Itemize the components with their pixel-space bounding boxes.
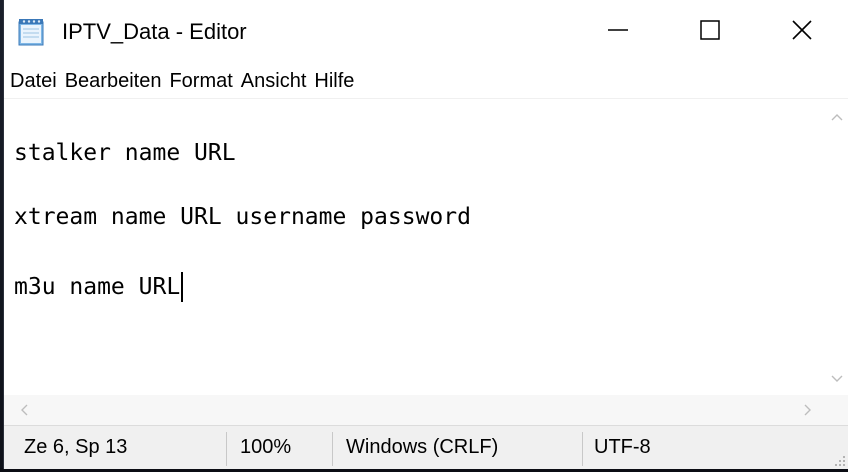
minimize-button[interactable] (572, 0, 664, 64)
text-line: stalker name URL (14, 140, 236, 166)
vertical-scrollbar[interactable] (826, 99, 848, 395)
close-icon (790, 18, 814, 47)
window-title: IPTV_Data - Editor (62, 19, 247, 44)
maximize-button[interactable] (664, 0, 756, 64)
text-line: m3u name URL (14, 274, 181, 300)
scrollbar-corner (826, 395, 848, 425)
scroll-up-arrow-icon[interactable] (826, 107, 848, 127)
title-bar[interactable]: IPTV_Data - Editor (4, 0, 848, 64)
text-caret (181, 272, 184, 302)
menu-ansicht[interactable]: Ansicht (237, 66, 311, 96)
text-line: xtream name URL username password (14, 204, 471, 230)
scroll-left-arrow-icon[interactable] (14, 400, 34, 420)
status-cursor-position: Ze 6, Sp 13 (24, 436, 128, 458)
menu-hilfe[interactable]: Hilfe (310, 66, 358, 96)
close-button[interactable] (756, 0, 848, 64)
status-divider (582, 432, 583, 466)
notepad-icon (18, 18, 44, 46)
menu-format[interactable]: Format (165, 66, 236, 96)
text-editor-area[interactable]: stalker name URL xtream name URL usernam… (4, 99, 826, 395)
maximize-icon (698, 18, 722, 47)
scroll-right-arrow-icon[interactable] (798, 400, 818, 420)
text-line-with-caret: m3u name URL (14, 272, 184, 302)
menu-bar: Datei Bearbeiten Format Ansicht Hilfe (4, 64, 848, 99)
status-divider (226, 432, 227, 466)
menu-datei[interactable]: Datei (4, 66, 61, 96)
status-divider (332, 432, 333, 466)
status-encoding: UTF-8 (594, 436, 651, 458)
status-zoom: 100% (240, 436, 292, 458)
minimize-icon (606, 18, 630, 47)
status-line-ending: Windows (CRLF) (346, 436, 499, 458)
horizontal-scrollbar[interactable] (4, 395, 826, 425)
status-bar: Ze 6, Sp 13 100% Windows (CRLF) UTF-8 (4, 425, 848, 469)
scroll-down-arrow-icon[interactable] (826, 369, 848, 389)
editor-window: IPTV_Data - Editor Datei Bearbeiten Form… (4, 0, 848, 469)
resize-grip-icon[interactable] (832, 453, 846, 467)
menu-bearbeiten[interactable]: Bearbeiten (61, 66, 166, 96)
